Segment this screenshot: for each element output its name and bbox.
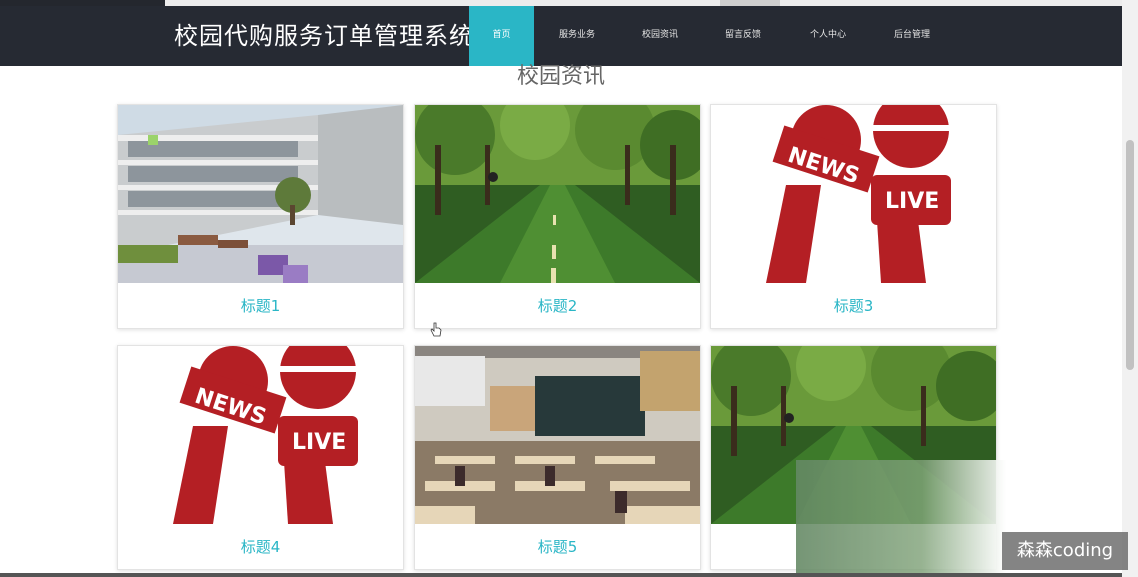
svg-text:LIVE: LIVE: [292, 430, 346, 455]
scrollbar-thumb[interactable]: [1126, 140, 1134, 370]
nav-services[interactable]: 服务业务: [545, 6, 609, 66]
nav-admin[interactable]: 后台管理: [880, 6, 944, 66]
news-card-3[interactable]: NEWS LIVE 标题3: [710, 104, 997, 329]
news-card-5[interactable]: 标题5: [414, 345, 701, 570]
watermark: 森森coding: [1002, 532, 1128, 570]
news-card-2[interactable]: 标题2: [414, 104, 701, 329]
bottom-edge: [0, 573, 1122, 577]
news-card-1[interactable]: 标题1: [117, 104, 404, 329]
news-live-microphone-image: NEWS LIVE: [118, 346, 403, 524]
card-title[interactable]: 标题4: [118, 536, 403, 557]
navbar: 校园代购服务订单管理系统 首页 服务业务 校园资讯 留言反馈 个人中心 后台管理: [0, 6, 1122, 66]
school-building-image: [118, 105, 403, 283]
nav-personal-center[interactable]: 个人中心: [796, 6, 860, 66]
nav-feedback[interactable]: 留言反馈: [711, 6, 775, 66]
svg-text:LIVE: LIVE: [885, 189, 939, 214]
card-title[interactable]: 标题5: [415, 536, 700, 557]
site-brand[interactable]: 校园代购服务订单管理系统: [174, 19, 474, 53]
classroom-image: [415, 346, 700, 524]
news-card-4[interactable]: NEWS LIVE 标题4: [117, 345, 404, 570]
hand-cursor-icon: [430, 322, 442, 337]
nav-home[interactable]: 首页: [469, 6, 534, 66]
blurred-overlay: [796, 460, 1006, 577]
card-title[interactable]: 标题3: [711, 295, 996, 316]
news-live-microphone-image: NEWS LIVE: [711, 105, 996, 283]
card-title[interactable]: 标题1: [118, 295, 403, 316]
section-title: 校园资讯: [516, 64, 605, 89]
card-title[interactable]: 标题2: [415, 295, 700, 316]
tree-lined-road-image: [415, 105, 700, 283]
nav-campus-news[interactable]: 校园资讯: [628, 6, 692, 66]
